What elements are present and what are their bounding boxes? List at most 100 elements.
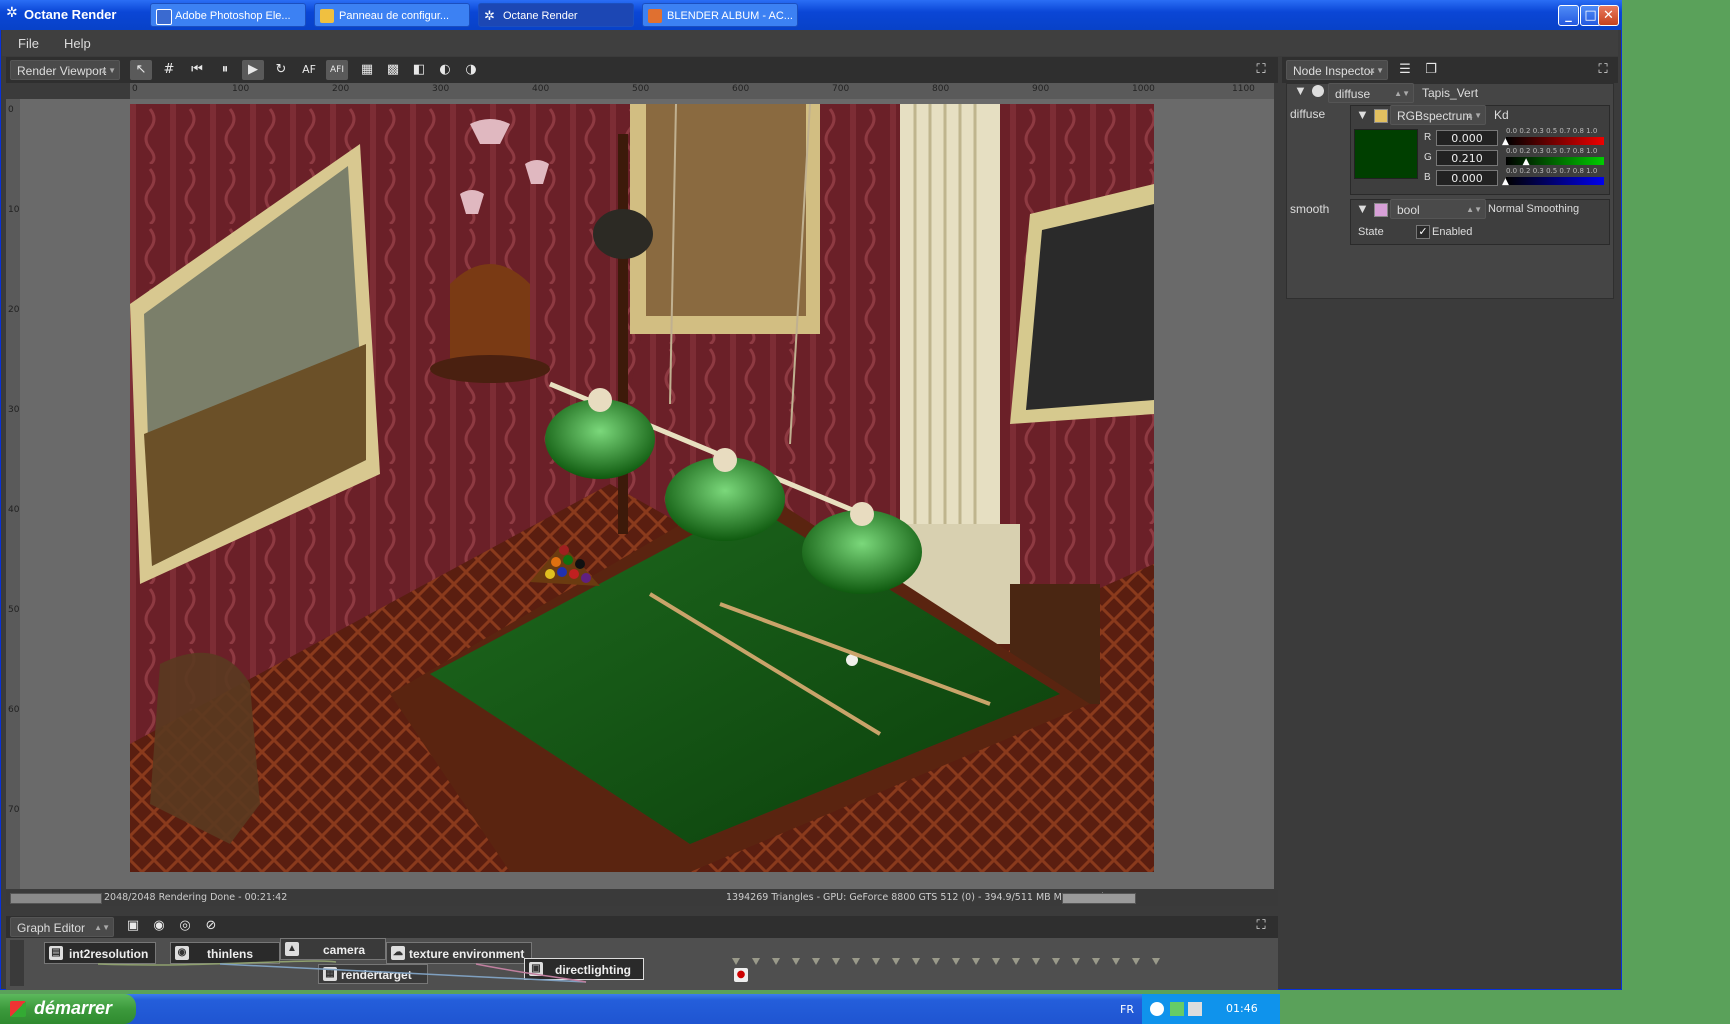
taskbar-item-octane[interactable]: ✲ Octane Render xyxy=(478,3,634,27)
inspector-panel-select[interactable]: Node Inspector ▲▼ xyxy=(1286,60,1388,80)
ruler-h-tick: 1100 xyxy=(1232,84,1255,94)
red-slider-thumb[interactable]: ▲ xyxy=(1502,137,1509,147)
inspector-collapse-icon[interactable]: ☰ xyxy=(1394,60,1416,80)
blue-slider-scale: 0.0 0.2 0.3 0.5 0.7 0.8 1.0 xyxy=(1506,167,1598,175)
region-icon[interactable]: ▦ xyxy=(356,60,378,80)
start-button[interactable]: démarrer xyxy=(0,994,136,1024)
taskbar-item-photoshop[interactable]: Adobe Photoshop Ele... xyxy=(150,3,306,27)
horizontal-ruler: 0 100 200 300 400 500 600 700 800 900 10… xyxy=(130,83,1274,100)
taskbar-item-control-panel[interactable]: Panneau de configur... xyxy=(314,3,470,27)
collapse-triangle-icon[interactable]: ▼ xyxy=(1356,201,1369,216)
viewport-fullscreen-icon[interactable]: ⛶ xyxy=(1250,60,1272,80)
add-node-icon[interactable]: ▣ xyxy=(122,916,144,936)
checker-icon[interactable]: ▩ xyxy=(382,60,404,80)
tonemap-a-icon[interactable]: ◐ xyxy=(434,60,456,80)
inspector-panel-select-label: Node Inspector xyxy=(1293,64,1375,78)
graph-editor-fullscreen-icon[interactable]: ⛶ xyxy=(1250,916,1272,936)
autofocus-button[interactable]: AF xyxy=(298,60,320,80)
collapse-triangle-icon[interactable]: ▼ xyxy=(1294,83,1307,98)
viewport-status-bar: 2048/2048 Rendering Done - 00:21:42 1394… xyxy=(6,890,1278,906)
collapse-triangle-icon[interactable]: ▼ xyxy=(1356,107,1369,122)
red-value-field[interactable]: 0.000 xyxy=(1436,130,1498,146)
inspector-fullscreen-icon[interactable]: ⛶ xyxy=(1592,60,1614,80)
taskbar-item-browser[interactable]: BLENDER ALBUM - AC... xyxy=(642,3,798,27)
material-output-icon[interactable]: ● xyxy=(734,968,748,982)
node-type-select[interactable]: diffuse ▲▼ xyxy=(1328,83,1414,103)
color-swatch[interactable] xyxy=(1354,129,1418,179)
bool-type-label: bool xyxy=(1397,203,1420,217)
ruler-v-tick: 200 xyxy=(8,305,20,315)
window-title: Octane Render xyxy=(24,7,117,22)
tray-back-icon[interactable] xyxy=(1150,1002,1164,1016)
bool-type-select[interactable]: bool ▲▼ xyxy=(1390,199,1486,219)
close-button[interactable]: ✕ xyxy=(1598,5,1619,26)
green-slider-thumb[interactable]: ▲ xyxy=(1523,157,1530,167)
inspector-copy-icon[interactable]: ❐ xyxy=(1420,60,1442,80)
alpha-icon[interactable]: ◧ xyxy=(408,60,430,80)
blue-value-field[interactable]: 0.000 xyxy=(1436,170,1498,186)
ruler-v-tick: 500 xyxy=(8,605,20,615)
menu-bar: File Help xyxy=(2,30,1618,56)
render-progress-bar xyxy=(10,893,102,904)
ruler-h-tick: 1000 xyxy=(1132,84,1155,94)
state-label: State xyxy=(1358,226,1384,238)
reset-icon[interactable]: ↻ xyxy=(270,60,292,80)
menu-help[interactable]: Help xyxy=(64,36,91,51)
photoshop-icon xyxy=(156,9,172,25)
octane-logo-icon: ✲ xyxy=(6,5,18,21)
ruler-h-tick: 400 xyxy=(532,84,550,94)
menu-file[interactable]: File xyxy=(18,36,39,51)
graph-editor-panel-select[interactable]: Graph Editor ▲▼ xyxy=(10,917,114,937)
ruler-h-tick: 800 xyxy=(932,84,950,94)
octane-icon: ✲ xyxy=(484,8,495,23)
clock: 01:46 xyxy=(1226,1002,1258,1015)
material-node-icon[interactable]: ◉ xyxy=(148,916,170,936)
ruler-h-tick: 300 xyxy=(432,84,450,94)
rewind-icon[interactable]: ⏮ xyxy=(186,60,208,80)
red-slider[interactable] xyxy=(1506,137,1604,145)
play-icon[interactable]: ▶ xyxy=(242,60,264,80)
tonemap-b-icon[interactable]: ◑ xyxy=(460,60,482,80)
autofocus-picker-button[interactable]: AFI xyxy=(326,60,348,80)
red-slider-scale: 0.0 0.2 0.3 0.5 0.7 0.8 1.0 xyxy=(1506,127,1598,135)
render-image[interactable] xyxy=(130,104,1154,872)
blue-slider[interactable] xyxy=(1506,177,1604,185)
ruler-h-tick: 200 xyxy=(332,84,350,94)
ruler-v-tick: 600 xyxy=(8,705,20,715)
green-value-field[interactable]: 0.210 xyxy=(1436,150,1498,166)
enabled-label: Enabled xyxy=(1432,226,1473,238)
minimize-icon: _ xyxy=(1565,8,1572,23)
vertical-ruler: 0 100 200 300 400 500 600 700 xyxy=(6,99,20,889)
graph-editor-canvas[interactable]: ▤ int2resolution ◉ thinlens ▲ camera ☁ textu… xyxy=(6,938,1278,990)
bool-param-name: Normal Smoothing xyxy=(1488,203,1580,215)
pause-icon[interactable]: ⏸ xyxy=(214,60,236,80)
green-slider[interactable] xyxy=(1506,157,1604,165)
viewport-panel-select[interactable]: Render Viewport ▲▼ xyxy=(10,60,120,80)
node-name: Tapis_Vert xyxy=(1422,86,1479,100)
browser-icon xyxy=(648,9,662,23)
select-tool-icon[interactable]: ↖ xyxy=(130,60,152,80)
start-label: démarrer xyxy=(34,998,113,1018)
close-icon: ✕ xyxy=(1603,8,1614,23)
texture-type-select[interactable]: RGBspectrum ▲▼ xyxy=(1390,105,1486,125)
dropdown-arrow-icon: ▲▼ xyxy=(1368,66,1384,75)
memory-usage-bar xyxy=(1062,893,1136,904)
ruler-v-tick: 0 xyxy=(8,105,14,115)
graph-editor-toolbar: Graph Editor ▲▼ ▣ ◉ ◎ ⊘ ⛶ xyxy=(6,916,1278,938)
enabled-checkbox[interactable]: ✓ xyxy=(1416,225,1430,239)
ruler-h-tick: 900 xyxy=(1032,84,1050,94)
task-label: Adobe Photoshop Ele... xyxy=(175,10,291,22)
network-icon[interactable] xyxy=(1170,1002,1184,1016)
diffuse-param-label: diffuse xyxy=(1290,107,1326,121)
system-tray: FR 01:46 xyxy=(1120,994,1280,1024)
task-label: Octane Render xyxy=(503,10,578,22)
language-indicator[interactable]: FR xyxy=(1120,1003,1134,1016)
security-icon[interactable] xyxy=(1188,1002,1202,1016)
blue-slider-thumb[interactable]: ▲ xyxy=(1502,177,1509,187)
minimize-button[interactable]: _ xyxy=(1558,5,1579,26)
windows-logo-icon xyxy=(10,1001,26,1017)
dropdown-arrow-icon: ▲▼ xyxy=(1466,205,1482,214)
grid-icon[interactable]: # xyxy=(158,60,180,80)
texture-node-icon[interactable]: ◎ xyxy=(174,916,196,936)
link-node-icon[interactable]: ⊘ xyxy=(200,916,222,936)
